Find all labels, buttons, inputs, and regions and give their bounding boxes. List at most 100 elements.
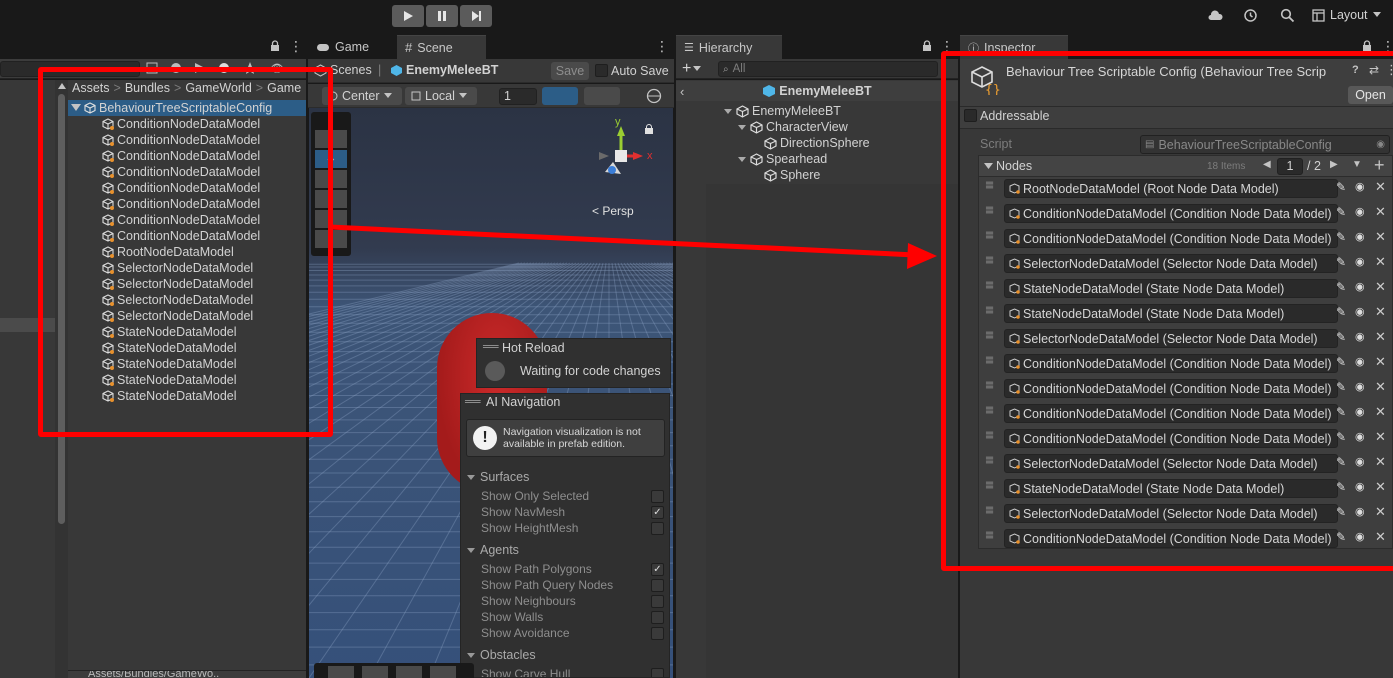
gamepad-icon: [317, 44, 329, 51]
ai-nav-section-header[interactable]: Obstacles: [467, 648, 536, 662]
hierarchy-item[interactable]: DirectionSphere: [752, 135, 870, 151]
prefab-icon: [763, 85, 776, 97]
pivot-dropdown[interactable]: Center: [322, 87, 402, 105]
hierarchy-item[interactable]: Spearhead: [738, 151, 827, 167]
project-footer: Assets/Bundles/GameWo..: [68, 670, 306, 678]
lock-icon[interactable]: [922, 40, 932, 52]
ai-nav-option-checkbox[interactable]: ✓: [651, 506, 664, 519]
local-icon: [411, 91, 421, 101]
ai-nav-option-label: Show Neighbours: [481, 594, 576, 608]
ai-nav-option-checkbox[interactable]: [651, 579, 664, 592]
tab-game[interactable]: Game: [308, 35, 377, 59]
overlay-btn-1[interactable]: [328, 666, 354, 678]
gameobject-icon: [736, 104, 749, 118]
kebab-menu-icon[interactable]: ⋮: [289, 38, 303, 55]
step-icon: [472, 11, 481, 21]
hot-reload-overlay: ══ Hot Reload Waiting for code changes: [476, 338, 671, 388]
drag-handle-icon[interactable]: ══: [465, 396, 481, 408]
warning-text: Navigation visualization is not availabl…: [503, 426, 641, 450]
prefab-icon: [390, 64, 403, 77]
ai-nav-section-header[interactable]: Agents: [467, 543, 519, 557]
ai-nav-option-checkbox[interactable]: [651, 522, 664, 535]
overlay-btn-2[interactable]: [362, 666, 388, 678]
add-button[interactable]: +: [682, 60, 702, 78]
expand-arrow-icon[interactable]: [467, 543, 475, 557]
main-toolbar: Layout: [0, 0, 1393, 34]
expand-arrow-icon[interactable]: [467, 470, 475, 484]
hierarchy-search-input[interactable]: ⌕ All: [718, 61, 938, 77]
ai-nav-option-label: Show Path Query Nodes: [481, 578, 614, 592]
scene-toolbar: Center Local 1: [308, 84, 674, 108]
expand-arrow-icon[interactable]: [724, 104, 736, 118]
pause-icon: [438, 11, 446, 21]
tab-scene[interactable]: # Scene: [397, 35, 486, 59]
search-icon[interactable]: [1280, 8, 1295, 23]
save-button[interactable]: Save: [551, 62, 589, 80]
hierarchy-toolbar: + ⌕ All: [676, 59, 958, 79]
breadcrumb-prefab[interactable]: EnemyMeleeBT: [406, 63, 498, 77]
ai-nav-option-checkbox[interactable]: [651, 668, 664, 677]
layout-label: Layout: [1330, 8, 1368, 22]
tab-hierarchy[interactable]: ☰ Hierarchy: [676, 35, 782, 59]
hierarchy-item-label: EnemyMeleeBT: [752, 104, 841, 118]
layout-dropdown[interactable]: Layout: [1312, 8, 1381, 22]
grid-size-field[interactable]: 1: [499, 88, 537, 105]
info-icon: !: [473, 426, 497, 450]
search-icon: ⌕: [723, 63, 729, 75]
orientation-gizmo[interactable]: y x < Persp: [585, 116, 665, 218]
cloud-icon[interactable]: [1207, 9, 1223, 21]
ai-nav-option-checkbox[interactable]: ✓: [651, 563, 664, 576]
space-dropdown[interactable]: Local: [405, 87, 477, 105]
hierarchy-item-label: Sphere: [780, 168, 821, 182]
drag-handle-icon[interactable]: ══: [483, 341, 499, 353]
ai-nav-option-checkbox[interactable]: [651, 490, 664, 503]
hierarchy-item-label: Spearhead: [766, 152, 828, 166]
global-view-icon[interactable]: [646, 88, 662, 104]
breadcrumb-scenes[interactable]: Scenes: [330, 63, 372, 77]
back-arrow-icon[interactable]: ‹: [680, 84, 684, 99]
expand-arrow-icon[interactable]: [738, 120, 750, 134]
warning-box: ! Navigation visualization is not availa…: [466, 419, 665, 457]
hierarchy-item[interactable]: EnemyMeleeBT: [724, 103, 841, 119]
lock-icon[interactable]: [645, 124, 653, 134]
auto-save-checkbox[interactable]: [595, 64, 608, 77]
gameobject-icon: [764, 136, 777, 150]
ai-nav-option-checkbox[interactable]: [651, 595, 664, 608]
ai-navigation-overlay: ══ AI Navigation ! Navigation visualizat…: [460, 393, 670, 678]
ai-nav-option-checkbox[interactable]: [651, 627, 664, 640]
prefab-header-row[interactable]: EnemyMeleeBT: [676, 81, 958, 101]
expand-arrow-icon[interactable]: [467, 648, 475, 662]
lock-icon[interactable]: [270, 40, 280, 52]
increment-snap-toggle[interactable]: [584, 87, 620, 105]
hierarchy-item[interactable]: Sphere: [752, 167, 820, 183]
play-icon: [404, 11, 413, 21]
ai-nav-title: AI Navigation: [486, 395, 561, 409]
chevron-down-icon: [458, 93, 467, 98]
overlay-btn-4[interactable]: [430, 666, 456, 678]
list-icon: ☰: [684, 42, 694, 54]
gizmo-x-label: x: [647, 150, 653, 162]
pause-button[interactable]: [426, 5, 458, 27]
kebab-menu-icon[interactable]: ⋮: [655, 38, 669, 55]
overlay-btn-3[interactable]: [396, 666, 422, 678]
hash-icon: #: [405, 40, 413, 55]
ai-nav-option-label: Show Avoidance: [481, 626, 570, 640]
ai-nav-section-header[interactable]: Surfaces: [467, 470, 529, 484]
prefab-breadcrumb-bar: Scenes | EnemyMeleeBT Save Auto Save: [308, 59, 674, 83]
hierarchy-tree: EnemyMeleeBT ‹ EnemyMeleeBT CharacterView…: [676, 80, 958, 678]
hierarchy-item[interactable]: CharacterView: [738, 119, 848, 135]
ai-nav-option-label: Show Carve Hull: [481, 667, 571, 678]
history-icon[interactable]: [1243, 8, 1258, 23]
grid-snap-toggle[interactable]: [542, 87, 578, 105]
ai-nav-option-checkbox[interactable]: [651, 611, 664, 624]
status-indicator-icon: [485, 361, 505, 381]
unity-editor-window: Layout ⋮ 👁 Assets > Bundles > GameWorld: [0, 0, 1393, 678]
hierarchy-item-label: CharacterView: [766, 120, 848, 134]
play-button[interactable]: [392, 5, 424, 27]
chevron-down-icon: [1372, 12, 1381, 17]
step-button[interactable]: [460, 5, 492, 27]
ai-nav-option-label: Show HeightMesh: [481, 521, 579, 535]
expand-arrow-icon[interactable]: [738, 152, 750, 166]
annotation-box-inspector: [941, 51, 1393, 571]
gizmo-y-label: y: [615, 116, 621, 128]
